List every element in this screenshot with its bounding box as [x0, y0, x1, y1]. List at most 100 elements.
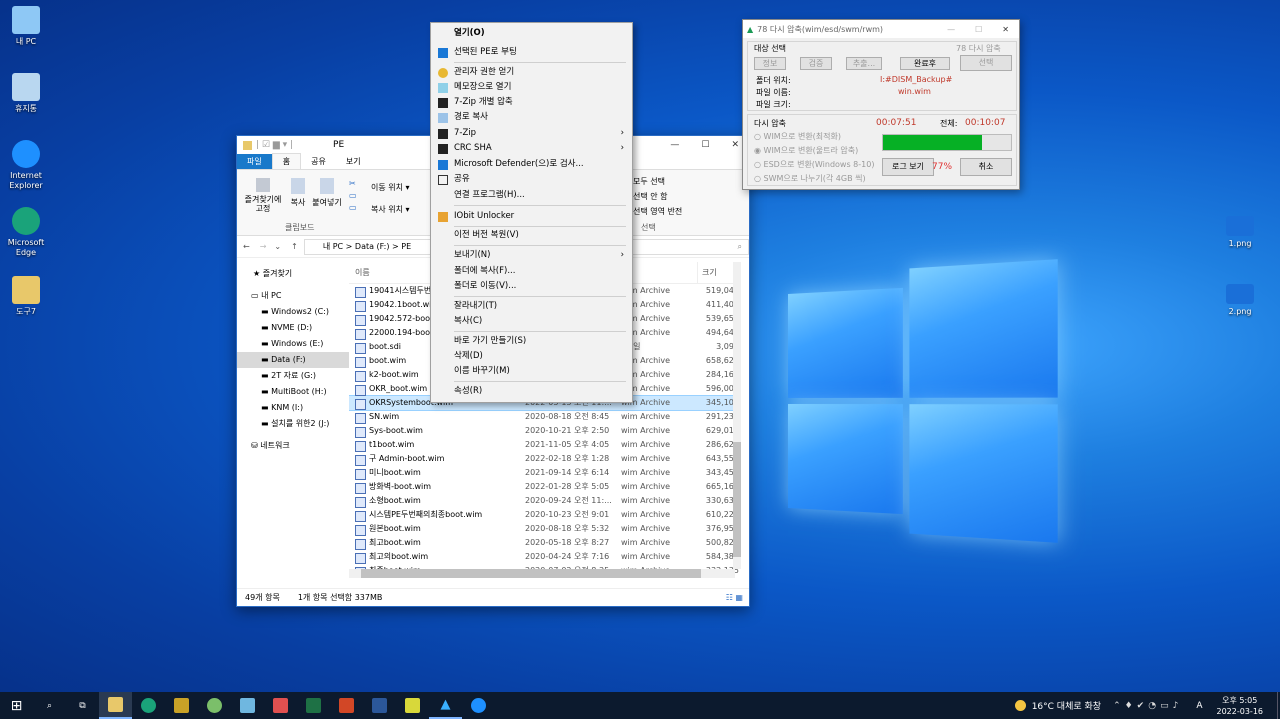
- desktop-icon-2png[interactable]: 2.png: [1214, 284, 1266, 317]
- vertical-scroll-thumb[interactable]: [733, 442, 741, 557]
- menu-item-7zip[interactable]: 7-Zip ›: [431, 126, 632, 141]
- taskbar-app-6[interactable]: [396, 692, 429, 719]
- select-button[interactable]: 선택: [960, 55, 1012, 71]
- table-row[interactable]: 방화벽-boot.wim 2022-01-28 오후 5:05 wim Archiv…: [349, 480, 741, 494]
- view-toggle-icons[interactable]: ☷ ▦: [726, 593, 743, 602]
- ime-indicator[interactable]: A: [1196, 701, 1202, 711]
- tab-file[interactable]: 파일: [237, 154, 272, 169]
- maximize-button[interactable]: ☐: [701, 140, 709, 150]
- menu-item-open-notepad[interactable]: 메모장으로 열기: [431, 80, 632, 95]
- desktop-icon-this-pc[interactable]: 내 PC: [0, 6, 52, 47]
- nav-network[interactable]: ⛁ 네트워크: [237, 438, 349, 454]
- weather-text[interactable]: 16°C 대체로 화창: [1032, 699, 1101, 712]
- table-row[interactable]: 원본boot.wim 2020-08-18 오후 5:32 wim Archive 3…: [349, 522, 741, 536]
- menu-item-crc-sha[interactable]: CRC SHA ›: [431, 141, 632, 156]
- desktop-icon-recycle-bin[interactable]: 휴지통: [0, 73, 52, 114]
- minimize-button[interactable]: —: [670, 140, 679, 150]
- menu-item-create-shortcut[interactable]: 바로 가기 만들기(S): [431, 334, 632, 349]
- horizontal-scrollbar[interactable]: [349, 569, 735, 578]
- taskbar-word[interactable]: [363, 692, 396, 719]
- desktop-icon-edge[interactable]: Microsoft Edge: [0, 207, 52, 258]
- copy-to-button[interactable]: 복사 위치 ▾: [371, 204, 410, 215]
- table-row[interactable]: 미니boot.wim 2021-09-14 오후 6:14 wim Archive 3…: [349, 466, 741, 480]
- vertical-scrollbar[interactable]: [733, 262, 741, 569]
- menu-item-boot-pe[interactable]: 선택된 PE로 부팅: [431, 45, 632, 60]
- invert-selection-button[interactable]: 선택 영역 반전: [633, 206, 682, 217]
- menu-item-take-ownership[interactable]: 관리자 권한 얻기: [431, 65, 632, 80]
- option-wim-optimize[interactable]: ○ WIM으로 변환(최적화): [754, 130, 874, 144]
- close-button[interactable]: ✕: [1002, 25, 1009, 34]
- tray-icons[interactable]: ⌃♦✔◔▭♪: [1113, 701, 1182, 711]
- table-row[interactable]: 구 Admin-boot.wim 2022-02-18 오후 1:28 wim Ar…: [349, 452, 741, 466]
- table-row[interactable]: SN.wim 2020-08-18 오전 8:45 wim Archive 291,2…: [349, 410, 741, 424]
- desktop-icon-internet-explorer[interactable]: Internet Explorer: [0, 140, 52, 191]
- nav-quick-access[interactable]: ★ 즐겨찾기: [237, 266, 349, 282]
- nav-drive-c[interactable]: ▬ Windows2 (C:): [237, 304, 349, 320]
- nav-drive-g[interactable]: ▬ 2T 자료 (G:): [237, 368, 349, 384]
- menu-item-7zip-compress[interactable]: 7-Zip 개별 압축: [431, 95, 632, 110]
- tab-home[interactable]: 홈: [271, 153, 302, 169]
- taskbar-edge[interactable]: [132, 692, 165, 719]
- table-row[interactable]: 소형boot.wim 2020-09-24 오전 11:... wim Archiv…: [349, 494, 741, 508]
- move-to-button[interactable]: 이동 위치 ▾: [371, 182, 410, 193]
- pin-button[interactable]: 즐겨찾기에 고정: [241, 178, 285, 213]
- nav-drive-h[interactable]: ▬ MultiBoot (H:): [237, 384, 349, 400]
- menu-item-open[interactable]: 열기(O): [431, 26, 632, 41]
- nav-drive-j[interactable]: ▬ 설치를 위한2 (J:): [237, 416, 349, 432]
- nav-drive-i[interactable]: ▬ KNM (I:): [237, 400, 349, 416]
- taskbar-recompress[interactable]: ▲: [429, 692, 462, 719]
- menu-item-rename[interactable]: 이름 바꾸기(M): [431, 364, 632, 379]
- table-row[interactable]: 최고boot.wim 2020-05-18 오후 8:27 wim Archive 5…: [349, 536, 741, 550]
- desktop-icon-tools7[interactable]: 도구7: [0, 276, 52, 317]
- extract-button[interactable]: 추출...: [846, 57, 882, 70]
- view-log-button[interactable]: 로그 보기: [882, 158, 934, 176]
- menu-item-restore-versions[interactable]: 이전 버전 복원(V): [431, 228, 632, 243]
- menu-item-iobit-unlocker[interactable]: IObit Unlocker: [431, 209, 632, 224]
- verify-button[interactable]: 검증: [800, 57, 832, 70]
- table-row[interactable]: Sys-boot.wim 2020-10-21 오후 2:50 wim Archiv…: [349, 424, 741, 438]
- nav-back-button[interactable]: ←: [237, 242, 256, 251]
- menu-item-move-to-folder[interactable]: 폴더로 이동(V)...: [431, 279, 632, 294]
- menu-item-open-with[interactable]: 연결 프로그램(H)...: [431, 188, 632, 203]
- taskbar-internet-explorer[interactable]: [462, 692, 495, 719]
- info-button[interactable]: 정보: [754, 57, 786, 70]
- nav-recent-button[interactable]: ⌄: [270, 242, 285, 251]
- quick-access-toolbar[interactable]: | ☑ ▆ ▾ |: [256, 140, 293, 150]
- option-esd[interactable]: ○ ESD으로 변환(Windows 8-10): [754, 158, 874, 172]
- horizontal-scroll-thumb[interactable]: [361, 569, 701, 578]
- option-wim-ultra[interactable]: ◉ WIM으로 변환(울트라 압축): [754, 144, 874, 158]
- cancel-button[interactable]: 취소: [960, 158, 1012, 176]
- taskbar-app-2[interactable]: [165, 692, 198, 719]
- nav-this-pc[interactable]: ▭ 내 PC: [237, 288, 349, 304]
- tab-share[interactable]: 공유: [301, 154, 336, 169]
- select-all-button[interactable]: 모두 선택: [633, 176, 665, 187]
- clipboard-small-icons[interactable]: ✂ ▭ ▭: [349, 178, 357, 214]
- close-button[interactable]: ✕: [731, 140, 739, 150]
- menu-item-defender-scan[interactable]: Microsoft Defender(으)로 검사...: [431, 157, 632, 172]
- paste-button[interactable]: 붙여넣기: [311, 178, 343, 208]
- nav-up-button[interactable]: ↑: [285, 242, 304, 251]
- menu-item-copy[interactable]: 복사(C): [431, 314, 632, 329]
- minimize-button[interactable]: —: [947, 25, 955, 34]
- taskbar-excel[interactable]: [297, 692, 330, 719]
- taskbar-app-3[interactable]: [198, 692, 231, 719]
- table-row[interactable]: 시스템PE두번째의최종boot.wim 2020-10-23 오전 9:01 wim…: [349, 508, 741, 522]
- nav-drive-e[interactable]: ▬ Windows (E:): [237, 336, 349, 352]
- table-row[interactable]: t1boot.wim 2021-11-05 오후 4:05 wim Archive 2…: [349, 438, 741, 452]
- after-done-button[interactable]: 완료후: [900, 57, 950, 70]
- taskbar-app-5[interactable]: [264, 692, 297, 719]
- menu-item-cut[interactable]: 잘라내기(T): [431, 299, 632, 314]
- desktop-icon-1png[interactable]: 1.png: [1214, 216, 1266, 249]
- table-row[interactable]: 최고의boot.wim 2020-04-24 오후 7:16 wim Archive…: [349, 550, 741, 564]
- menu-item-delete[interactable]: 삭제(D): [431, 349, 632, 364]
- task-view-button[interactable]: ⧉: [66, 692, 99, 719]
- start-button[interactable]: ⊞: [0, 692, 33, 719]
- menu-item-properties[interactable]: 속성(R): [431, 384, 632, 399]
- tab-view[interactable]: 보기: [336, 154, 371, 169]
- select-none-button[interactable]: 선택 안 함: [633, 191, 668, 202]
- copy-button[interactable]: 복사: [287, 178, 309, 208]
- nav-drive-f[interactable]: ▬ Data (F:): [237, 352, 349, 368]
- menu-item-send-to[interactable]: 보내기(N) ›: [431, 248, 632, 263]
- menu-item-share[interactable]: 공유: [431, 172, 632, 187]
- menu-item-copy-path[interactable]: 경로 복사: [431, 110, 632, 125]
